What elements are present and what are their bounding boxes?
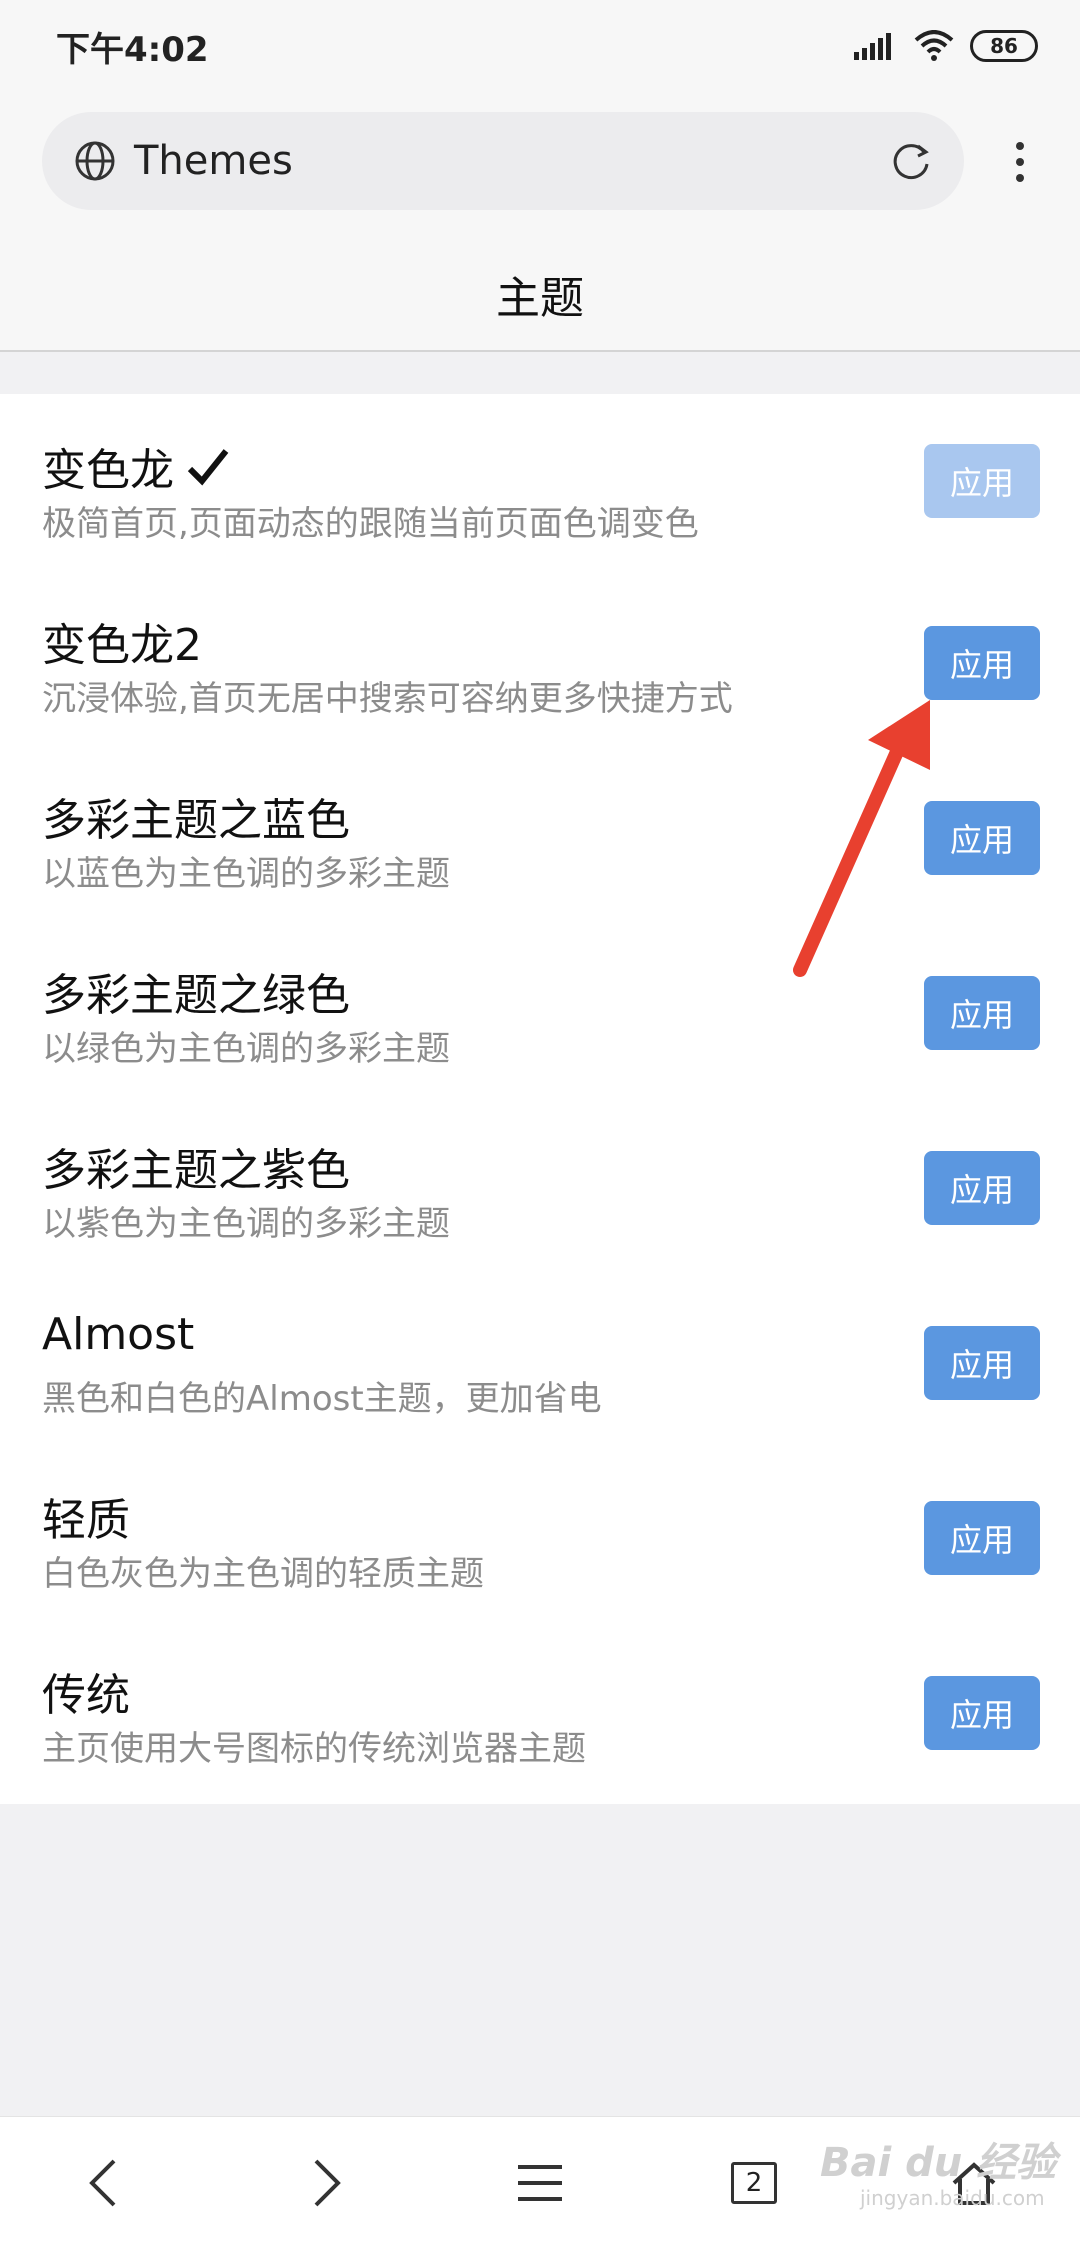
theme-name: Almost [42,1309,195,1360]
back-icon [89,2159,116,2207]
theme-description: 极简首页,页面动态的跟随当前页面色调变色 [42,504,699,544]
address-bar[interactable]: Themes [42,112,964,210]
theme-item: 多彩主题之绿色 以绿色为主色调的多彩主题 应用 [0,959,1080,1133]
theme-name: 变色龙2 [42,620,202,671]
watermark: Bai du 经验 [820,2140,1057,2186]
apply-button[interactable]: 应用 [924,626,1040,700]
status-time: 下午4:02 [56,30,209,70]
theme-name: 变色龙 [42,434,230,498]
theme-description: 白色灰色为主色调的轻质主题 [42,1554,484,1594]
apply-button[interactable]: 应用 [924,1151,1040,1225]
theme-name: 多彩主题之紫色 [42,1145,350,1196]
theme-item: Almost 黑色和白色的Almost主题，更加省电 应用 [0,1309,1080,1483]
theme-item: 多彩主题之蓝色 以蓝色为主色调的多彩主题 应用 [0,784,1080,958]
back-button[interactable] [68,2147,140,2219]
apply-button[interactable]: 应用 [924,976,1040,1050]
theme-description: 黑色和白色的Almost主题，更加省电 [42,1379,602,1419]
theme-description: 以紫色为主色调的多彩主题 [42,1204,450,1244]
apply-button[interactable]: 应用 [924,1326,1040,1400]
reload-icon[interactable] [888,138,934,184]
battery-icon: 86 [970,30,1038,62]
forward-icon [314,2159,341,2207]
globe-icon [75,141,115,181]
tabs-button[interactable]: 2 [718,2147,790,2219]
theme-item: 轻质 白色灰色为主色调的轻质主题 应用 [0,1484,1080,1658]
apply-button[interactable]: 应用 [924,444,1040,518]
theme-list: 变色龙 极简首页,页面动态的跟随当前页面色调变色 应用 变色龙2 沉浸体验,首页… [0,394,1080,1804]
theme-name: 轻质 [42,1495,130,1546]
theme-name: 多彩主题之绿色 [42,970,350,1021]
check-icon [187,449,229,486]
menu-icon [518,2165,562,2201]
apply-button[interactable]: 应用 [924,1676,1040,1750]
theme-name: 传统 [42,1670,130,1721]
wifi-icon [914,30,954,61]
status-icons: 86 [854,26,1038,66]
apply-button[interactable]: 应用 [924,801,1040,875]
theme-description: 沉浸体验,首页无居中搜索可容纳更多快捷方式 [42,679,733,719]
theme-name: 多彩主题之蓝色 [42,795,350,846]
browser-toolbar: Themes 主题 [0,92,1080,352]
watermark-url: jingyan.baidu.com [860,2186,1045,2210]
apply-button[interactable]: 应用 [924,1501,1040,1575]
address-text[interactable]: Themes [134,138,293,184]
theme-description: 主页使用大号图标的传统浏览器主题 [42,1729,586,1769]
theme-item: 多彩主题之紫色 以紫色为主色调的多彩主题 应用 [0,1134,1080,1308]
more-vertical-icon[interactable] [996,138,1044,186]
page-title: 主题 [496,273,584,324]
theme-item: 变色龙2 沉浸体验,首页无居中搜索可容纳更多快捷方式 应用 [0,609,1080,783]
theme-item: 传统 主页使用大号图标的传统浏览器主题 应用 [0,1659,1080,1833]
theme-description: 以蓝色为主色调的多彩主题 [42,854,450,894]
theme-description: 以绿色为主色调的多彩主题 [42,1029,450,1069]
theme-item: 变色龙 极简首页,页面动态的跟随当前页面色调变色 应用 [0,434,1080,608]
signal-icon [854,33,891,60]
forward-button[interactable] [290,2147,362,2219]
tabs-icon: 2 [731,2162,777,2204]
status-bar: 下午4:02 86 [0,0,1080,92]
menu-button[interactable] [504,2147,576,2219]
